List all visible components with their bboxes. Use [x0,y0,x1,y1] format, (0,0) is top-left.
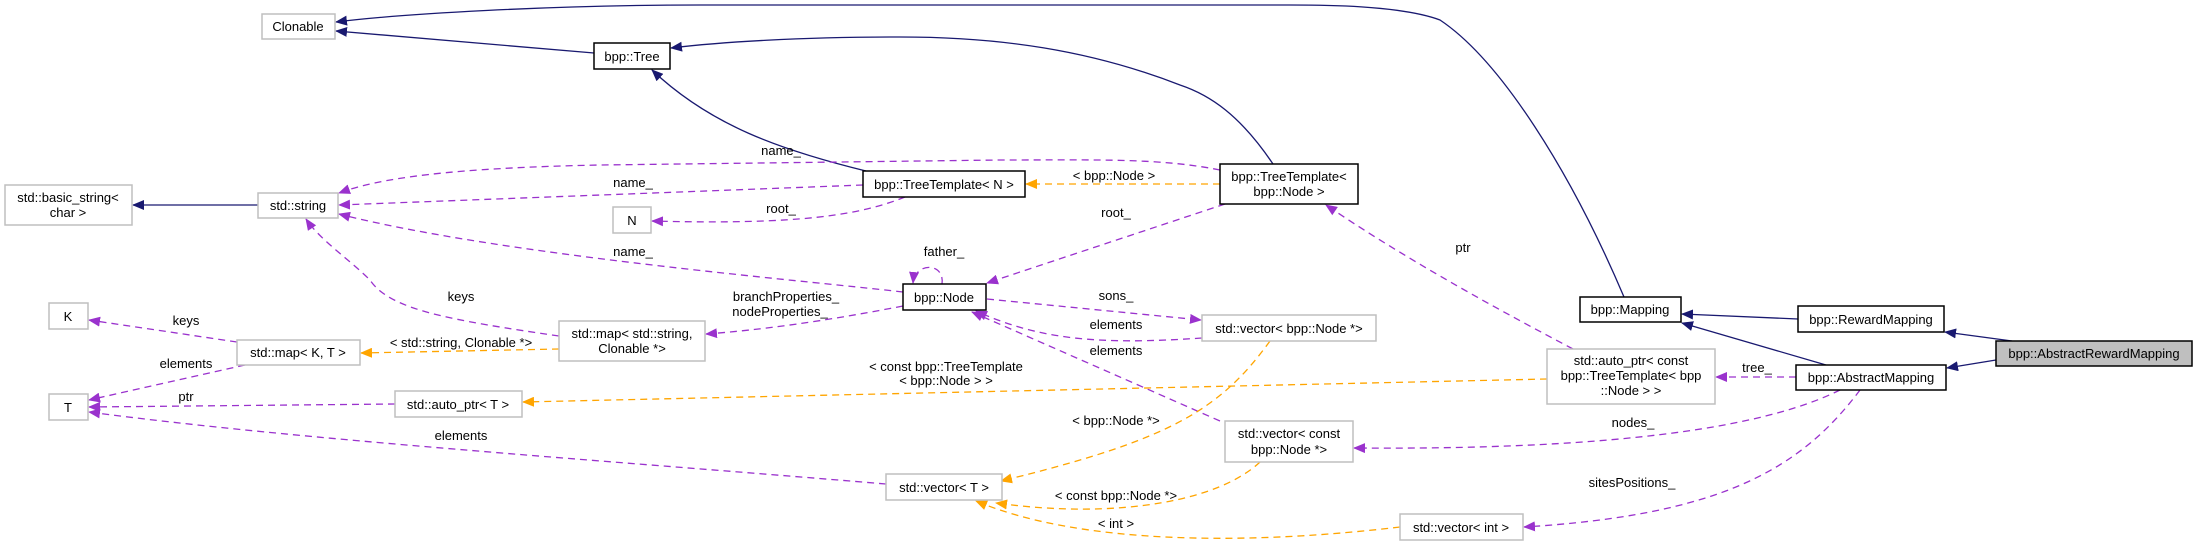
node-t[interactable]: T [48,393,89,421]
node-label: Clonable [272,19,323,34]
node-label: std::map< std::string, [571,326,692,341]
edge-label: < const bpp::Node *> [1055,488,1177,503]
node-label: bpp::Node *> [1251,442,1327,457]
edge-label: < bpp::Node > [1073,168,1155,183]
edge-node-father [909,266,943,285]
node-bpp-mapping[interactable]: bpp::Mapping [1579,296,1682,323]
edge-label: father_ [924,244,965,259]
node-label: std::vector< bpp::Node *> [1215,321,1362,336]
edge-label: name_ [613,244,654,259]
node-label: ::Node > > [1601,383,1662,398]
edge-label: elements [1090,343,1143,358]
node-label: bpp::TreeTemplate< [1231,169,1347,184]
edge-reward-to-mapping [1681,309,1799,320]
node-label: bpp::AbstractMapping [1808,370,1934,385]
edge-label: < bpp::Node > > [899,373,993,388]
node-label: bpp::RewardMapping [1809,312,1933,327]
edge-label: elements [435,428,488,443]
edge-tpl-autoptr [522,378,1548,407]
edge-label: < bpp::Node *> [1072,413,1159,428]
edge-vect-elements [88,408,887,485]
node-n[interactable]: N [612,206,652,234]
edge-label: name_ [761,143,802,158]
edge-label: < int > [1098,516,1134,531]
collaboration-diagram: name_ name_ root_ name_ root_ father_ br… [4,4,2193,541]
node-label: T [64,400,72,415]
edge-arm-to-abstract [1946,359,1997,372]
edge-label: sitesPositions_ [1589,475,1676,490]
node-label: std::string [270,198,326,213]
node-label: bpp::TreeTemplate< N > [874,177,1014,192]
node-vector-node-ptr[interactable]: std::vector< bpp::Node *> [1201,314,1377,342]
edge-mapkt-keys [88,316,238,343]
edge-tpl-int [975,500,1401,539]
node-label: std::vector< int > [1413,520,1509,535]
node-label: bpp::Node [914,290,974,305]
node-label: std::auto_ptr< T > [407,397,509,412]
node-map-k-t[interactable]: std::map< K, T > [236,339,361,366]
node-std-string[interactable]: std::string [257,192,339,219]
edge-label: tree_ [1742,360,1772,375]
edge-map-keys [305,218,560,337]
node-label: std::map< K, T > [250,345,346,360]
edge-label: elements [1090,317,1143,332]
edge-label: nodes_ [1612,415,1655,430]
node-treetemplate-node[interactable]: bpp::TreeTemplate<bpp::Node > [1219,163,1359,205]
node-bpp-node[interactable]: bpp::Node [902,283,987,311]
edge-label: keys [448,289,475,304]
node-vector-int[interactable]: std::vector< int > [1399,513,1524,541]
edge-label: ptr [178,389,194,404]
edge-label: < const bpp::TreeTemplate [869,359,1023,374]
node-clonable[interactable]: Clonable [261,13,336,40]
node-abstract-reward-mapping: bpp::AbstractRewardMapping [1995,340,2193,367]
node-label: std::auto_ptr< const [1574,353,1689,368]
node-map-string-clonable[interactable]: std::map< std::string,Clonable *> [558,320,706,362]
node-label: bpp::Mapping [1591,302,1670,317]
edge-arm-to-reward [1944,328,2013,342]
node-auto-ptr-t[interactable]: std::auto_ptr< T > [394,390,523,418]
edge-label: nodeProperties_ [732,304,828,319]
edge-label: keys [173,313,200,328]
edge-label: ptr [1455,240,1471,255]
node-reward-mapping[interactable]: bpp::RewardMapping [1797,305,1945,333]
node-label: bpp::Node > [1253,184,1324,199]
node-label: K [64,309,73,324]
edge-label: sons_ [1099,288,1134,303]
node-label: std::vector< T > [899,480,989,495]
edge-label: name_ [613,175,654,190]
node-k[interactable]: K [48,302,89,330]
node-auto-ptr-const-treetemplate[interactable]: std::auto_ptr< constbpp::TreeTemplate< b… [1546,348,1716,405]
node-basic-string[interactable]: std::basic_string<char > [4,184,133,226]
node-abstract-mapping[interactable]: bpp::AbstractMapping [1795,364,1947,391]
node-bpp-tree[interactable]: bpp::Tree [593,42,671,70]
edge-label: elements [160,356,213,371]
node-label: bpp::AbstractRewardMapping [2008,346,2179,361]
node-vector-t[interactable]: std::vector< T > [885,473,1003,501]
edge-label: root_ [1101,205,1131,220]
node-label: std::basic_string< [17,190,119,205]
edge-label: branchProperties_ [733,289,840,304]
edge-label: < std::string, Clonable *> [390,335,532,350]
edge-mapping-to-clonable [335,4,1625,298]
edge-autoptr-ptr [88,401,396,412]
edge-abstract-sites [1523,389,1861,532]
node-treetemplate-n[interactable]: bpp::TreeTemplate< N > [862,170,1026,198]
node-label: bpp::TreeTemplate< bpp [1561,368,1702,383]
edge-tree-to-clonable [335,26,595,54]
edge-treetemplate-n-to-tree [651,69,867,172]
node-label: char > [50,205,87,220]
node-label: bpp::Tree [604,49,659,64]
edge-label: root_ [766,201,796,216]
node-label: N [627,213,636,228]
node-label: std::vector< const [1238,426,1341,441]
node-label: Clonable *> [598,341,666,356]
node-vector-const-node-ptr[interactable]: std::vector< constbpp::Node *> [1224,420,1354,463]
